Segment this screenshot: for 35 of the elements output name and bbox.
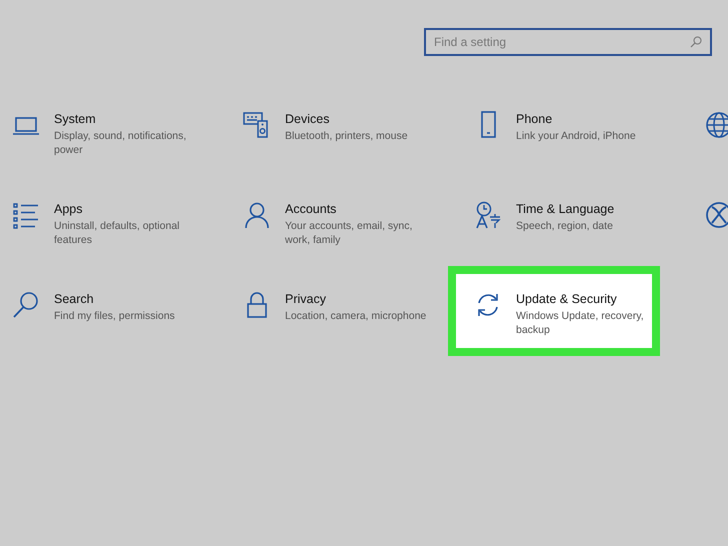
globe-icon [705, 111, 728, 139]
settings-tile[interactable]: Accounts Your accounts, email, sync, work, family [217, 176, 448, 266]
tile-description: Bluetooth, printers, mouse [285, 129, 408, 143]
tile-title: Apps [54, 202, 84, 216]
clock-letters-icon [474, 201, 502, 229]
settings-tile[interactable]: Privacy Location, camera, microphone [217, 266, 448, 356]
tile-title: Accounts [285, 202, 338, 216]
settings-tile[interactable]: Search Find my files, permissions [0, 266, 217, 356]
tile-title: Search [54, 292, 95, 306]
tile-description: Uninstall, defaults, optional features [54, 219, 180, 247]
tile-description: Your accounts, email, sync, work, family [285, 219, 414, 247]
person-icon [243, 201, 271, 229]
tile-description: Location, camera, microphone [285, 309, 426, 323]
settings-tile[interactable]: Update & Security Windows Update, recovery, backup [448, 266, 660, 356]
tile-title: System [54, 112, 97, 126]
tile-description: Speech, region, date [516, 219, 614, 233]
search-icon [12, 291, 40, 319]
search-icon[interactable] [690, 36, 702, 48]
tile-description: Link your Android, iPhone [516, 129, 636, 143]
tile-description: Find my files, permissions [54, 309, 175, 323]
settings-tile[interactable]: System Display, sound, notifications, power [0, 86, 217, 176]
tile-title: Update & Security [516, 292, 618, 306]
tile-title: Time & Language [516, 202, 614, 216]
settings-tile[interactable]: Phone Link your Android, iPhone [448, 86, 679, 176]
settings-tile[interactable]: Time & Language Speech, region, date [448, 176, 679, 266]
tile-title: Phone [516, 112, 554, 126]
tile-description: Windows Update, recovery, backup [516, 309, 645, 337]
search-field[interactable]: Find a setting [424, 28, 712, 56]
settings-tile[interactable]: Devices Bluetooth, printers, mouse [217, 86, 448, 176]
tile-description: Display, sound, notifications, power [54, 129, 188, 157]
list-icon [12, 201, 40, 229]
tile-title: Devices [285, 112, 330, 126]
tile-title: Privacy [285, 292, 327, 306]
keyboard-speaker-icon [243, 111, 271, 139]
settings-tile[interactable]: Apps Uninstall, defaults, optional features [0, 176, 217, 266]
